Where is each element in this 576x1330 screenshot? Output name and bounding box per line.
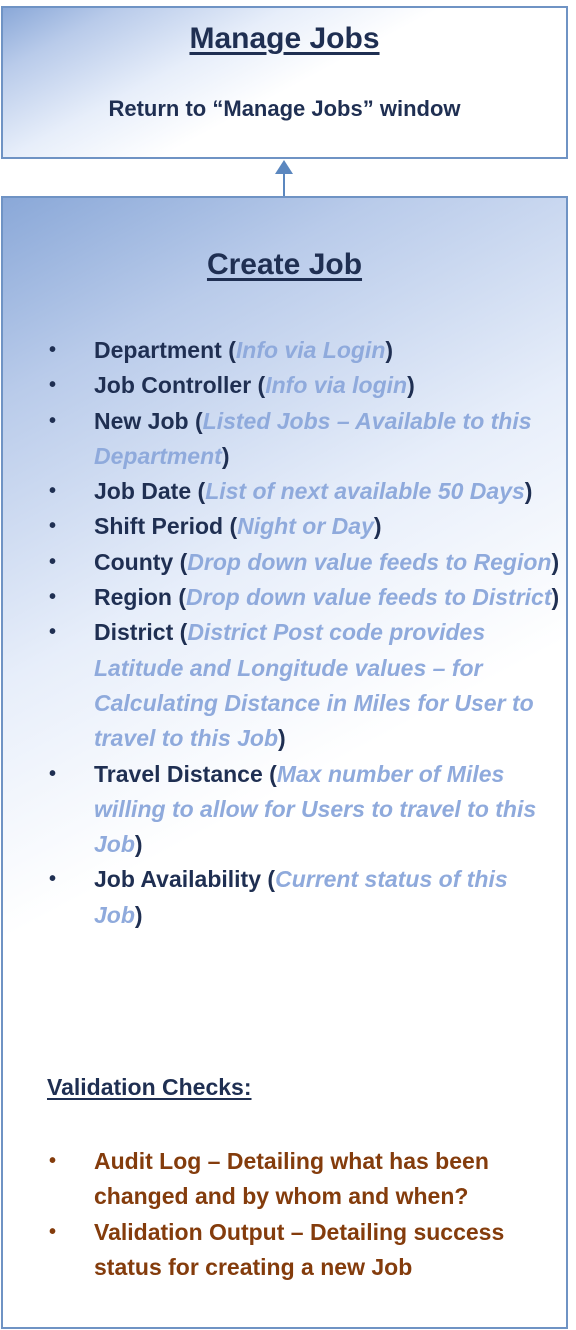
validation-check-item: • Audit Log – Detailing what has been cha… [47, 1144, 562, 1215]
job-field-item: • District (District Post code provides L… [47, 615, 562, 756]
bullet-icon: • [49, 409, 57, 432]
bullet-icon: • [49, 868, 57, 891]
job-field-hint: Info via login [265, 372, 408, 399]
bullet-icon: • [49, 515, 57, 538]
job-field-label: Job Date [94, 478, 192, 505]
job-field-item: • Travel Distance (Max number of Miles wi… [47, 757, 562, 863]
validation-check-list: • Audit Log – Detailing what has been cha… [47, 1144, 562, 1285]
job-field-label: Job Controller [94, 372, 252, 399]
validation-check-text: Audit Log – Detailing what has been chan… [94, 1148, 489, 1210]
bullet-icon: • [49, 762, 57, 785]
create-job-title: Create Job [206, 248, 363, 281]
bullet-icon: • [49, 1220, 57, 1243]
job-field-label: Travel Distance [94, 760, 263, 787]
job-field-label: Shift Period [94, 513, 224, 540]
manage-jobs-box[interactable]: Manage Jobs Return to “Manage Jobs” wind… [1, 6, 568, 159]
bullet-icon: • [49, 621, 57, 644]
job-field-label: New Job [94, 407, 189, 434]
job-field-hint: List of next available 50 Days [205, 478, 525, 505]
job-field-item: • Job Date (List of next available 50 Day… [47, 474, 562, 509]
job-field-item: • Region (Drop down value feeds to Distri… [47, 580, 562, 615]
job-field-item: • Job Controller (Info via login) [47, 368, 562, 403]
job-field-list: • Department (Info via Login) • Job Control… [47, 333, 562, 933]
job-field-item: • Job Availability (Current status of thi… [47, 862, 562, 933]
job-field-item: • County (Drop down value feeds to Region… [47, 545, 562, 580]
job-field-item: • Department (Info via Login) [47, 333, 562, 368]
job-field-label: Department [94, 337, 222, 363]
bullet-icon: • [49, 339, 57, 361]
create-job-box: Create Job • Department (Info via Login) •… [1, 196, 568, 1329]
job-field-hint: Drop down value feeds to District [186, 584, 552, 611]
bullet-icon: • [49, 586, 57, 609]
bullet-icon: • [49, 374, 57, 397]
return-to-manage-jobs-text: Return to “Manage Jobs” window [108, 96, 461, 121]
bullet-icon: • [49, 550, 57, 573]
job-field-label: County [94, 548, 174, 575]
validation-checks-heading: Validation Checks: [47, 1074, 252, 1100]
job-field-label: Region [94, 584, 172, 611]
job-field-hint: Info via Login [235, 337, 386, 363]
job-field-label: Job Availability [94, 866, 262, 893]
validation-check-text: Validation Output – Detailing success st… [94, 1218, 505, 1280]
manage-jobs-title: Manage Jobs [189, 22, 380, 55]
job-field-label: District [94, 619, 174, 646]
job-field-item: • New Job (Listed Jobs – Available to thi… [47, 404, 562, 475]
job-field-item: • Shift Period (Night or Day) [47, 509, 562, 544]
bullet-icon: • [49, 1150, 57, 1172]
job-field-hint: Night or Day [237, 513, 374, 540]
validation-check-item: • Validation Output – Detailing success s… [47, 1215, 562, 1286]
bullet-icon: • [49, 480, 57, 503]
job-field-hint: Drop down value feeds to Region [187, 548, 552, 575]
